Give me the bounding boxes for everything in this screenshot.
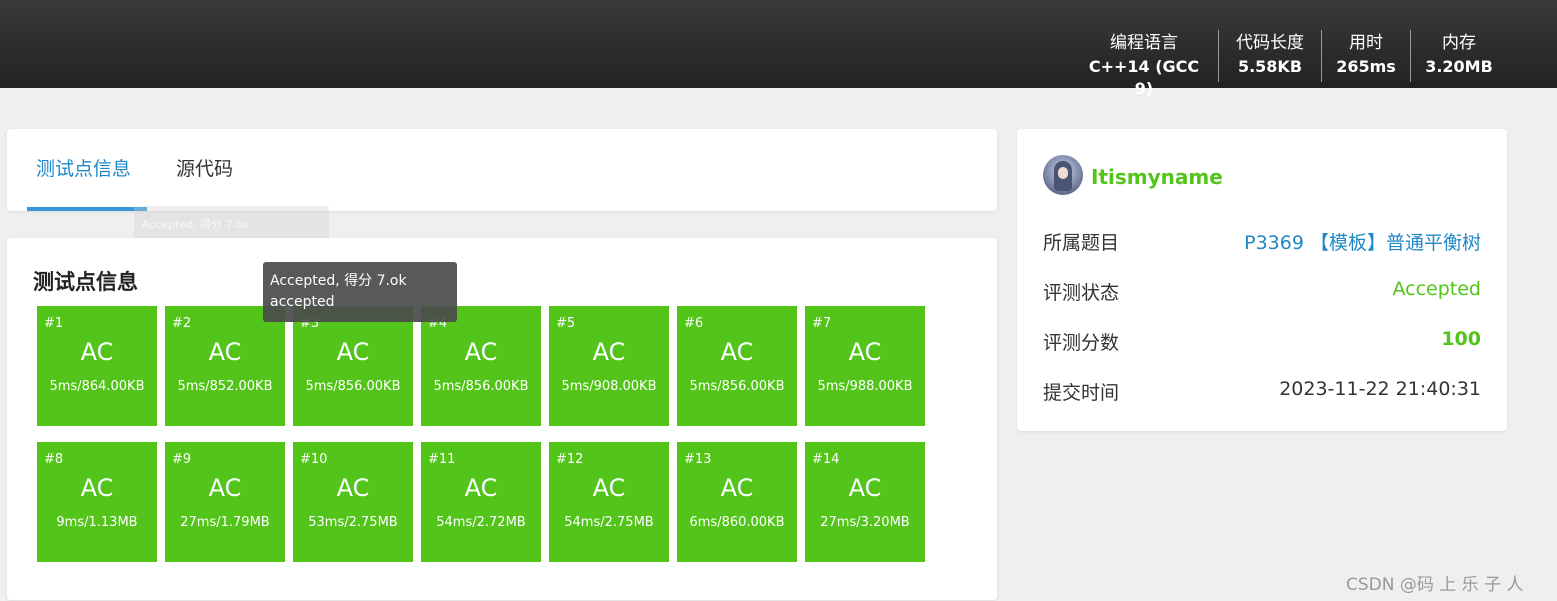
stat-time-label: 用时 bbox=[1349, 33, 1383, 53]
testcase-number: #10 bbox=[300, 452, 328, 467]
tab-testcases[interactable]: 测试点信息 bbox=[36, 157, 131, 181]
testcase-number: #11 bbox=[428, 452, 456, 467]
testcase-result: AC bbox=[848, 338, 882, 366]
stat-divider bbox=[1321, 30, 1322, 82]
testcase-info: 5ms/856.00KB bbox=[433, 379, 529, 394]
testcase-10[interactable]: #10 AC 53ms/2.75MB bbox=[293, 442, 413, 562]
stat-code-length: 代码长度 5.58KB bbox=[1226, 30, 1314, 82]
testcase-number: #7 bbox=[812, 316, 832, 331]
testcase-number: #13 bbox=[684, 452, 712, 467]
testcase-6[interactable]: #6 AC 5ms/856.00KB bbox=[677, 306, 797, 426]
status-value: Accepted bbox=[1392, 278, 1481, 300]
stat-time-value: 265ms bbox=[1336, 57, 1396, 76]
top-bar: 编程语言 C++14 (GCC 9) 代码长度 5.58KB 用时 265ms … bbox=[0, 0, 1557, 98]
testcase-result: AC bbox=[464, 338, 498, 366]
submission-info-card: Itismyname 所属题目 P3369 【模板】普通平衡树 评测状态 Acc… bbox=[1017, 129, 1507, 431]
testcase-result: AC bbox=[720, 474, 754, 502]
testcases-card: 测试点信息 #1 AC 5ms/864.00KB #2 AC 5ms/852.00KB #3… bbox=[7, 238, 997, 600]
testcase-result: AC bbox=[336, 474, 370, 502]
testcase-9[interactable]: #9 AC 27ms/1.79MB bbox=[165, 442, 285, 562]
testcase-result: AC bbox=[208, 338, 242, 366]
testcase-2[interactable]: #2 AC 5ms/852.00KB bbox=[165, 306, 285, 426]
stat-divider bbox=[1218, 30, 1219, 82]
stat-memory-value: 3.20MB bbox=[1425, 57, 1493, 76]
testcase-4[interactable]: #4 AC 5ms/856.00KB bbox=[421, 306, 541, 426]
submit-time-value: 2023-11-22 21:40:31 bbox=[1279, 378, 1481, 400]
status-label: 评测状态 bbox=[1043, 282, 1120, 304]
score-label: 评测分数 bbox=[1043, 332, 1120, 354]
testcase-number: #1 bbox=[44, 316, 64, 331]
testcase-info: 27ms/1.79MB bbox=[180, 515, 270, 530]
testcase-info: 54ms/2.75MB bbox=[564, 515, 654, 530]
testcase-info: 27ms/3.20MB bbox=[820, 515, 910, 530]
testcase-number: #2 bbox=[172, 316, 192, 331]
problem-link[interactable]: P3369 【模板】普通平衡树 bbox=[1244, 228, 1481, 255]
testcase-11[interactable]: #11 AC 54ms/2.72MB bbox=[421, 442, 541, 562]
testcase-7[interactable]: #7 AC 5ms/988.00KB bbox=[805, 306, 925, 426]
stat-code-length-label: 代码长度 bbox=[1236, 33, 1304, 53]
faded-tooltip-line1: Accepted, 得分 7.ok bbox=[142, 218, 250, 231]
testcase-tooltip: Accepted, 得分 7.ok accepted bbox=[263, 262, 457, 322]
testcase-number: #12 bbox=[556, 452, 584, 467]
stat-memory-label: 内存 bbox=[1442, 33, 1476, 53]
active-tab-indicator bbox=[27, 207, 147, 211]
problem-label: 所属题目 bbox=[1043, 232, 1120, 254]
testcase-result: AC bbox=[80, 338, 114, 366]
testcase-number: #8 bbox=[44, 452, 64, 467]
testcase-number: #9 bbox=[172, 452, 192, 467]
testcase-14[interactable]: #14 AC 27ms/3.20MB bbox=[805, 442, 925, 562]
stat-code-length-value: 5.58KB bbox=[1237, 57, 1303, 76]
stat-divider bbox=[1410, 30, 1411, 82]
testcase-info: 5ms/908.00KB bbox=[561, 379, 657, 394]
tooltip-line1: Accepted, 得分 7.ok bbox=[270, 273, 407, 289]
testcase-info: 5ms/988.00KB bbox=[817, 379, 913, 394]
testcase-result: AC bbox=[592, 474, 626, 502]
testcase-result: AC bbox=[336, 338, 370, 366]
testcases-title: 测试点信息 bbox=[33, 270, 138, 294]
testcase-info: 5ms/864.00KB bbox=[49, 379, 145, 394]
testcase-3[interactable]: #3 AC 5ms/856.00KB bbox=[293, 306, 413, 426]
testcase-info: 53ms/2.75MB bbox=[308, 515, 398, 530]
stat-time: 用时 265ms bbox=[1330, 30, 1402, 82]
stat-language-value: C++14 (GCC 9) bbox=[1088, 57, 1200, 98]
stat-memory: 内存 3.20MB bbox=[1418, 30, 1500, 82]
testcase-number: #5 bbox=[556, 316, 576, 331]
testcase-result: AC bbox=[592, 338, 626, 366]
stat-language-label: 编程语言 bbox=[1110, 33, 1178, 53]
testcase-info: 5ms/856.00KB bbox=[689, 379, 785, 394]
testcase-info: 54ms/2.72MB bbox=[436, 515, 526, 530]
tab-source-code[interactable]: 源代码 bbox=[176, 157, 233, 181]
testcase-1[interactable]: #1 AC 5ms/864.00KB bbox=[37, 306, 157, 426]
submit-time-label: 提交时间 bbox=[1043, 382, 1120, 404]
testcase-number: #14 bbox=[812, 452, 840, 467]
testcase-result: AC bbox=[464, 474, 498, 502]
testcase-info: 5ms/852.00KB bbox=[177, 379, 273, 394]
testcase-info: 5ms/856.00KB bbox=[305, 379, 401, 394]
score-value: 100 bbox=[1441, 328, 1481, 350]
tooltip-line2: accepted bbox=[270, 294, 335, 310]
testcase-result: AC bbox=[80, 474, 114, 502]
stat-language: 编程语言 C++14 (GCC 9) bbox=[1080, 30, 1208, 98]
testcase-12[interactable]: #12 AC 54ms/2.75MB bbox=[549, 442, 669, 562]
testcase-13[interactable]: #13 AC 6ms/860.00KB bbox=[677, 442, 797, 562]
testcase-result: AC bbox=[208, 474, 242, 502]
testcase-number: #6 bbox=[684, 316, 704, 331]
avatar[interactable] bbox=[1043, 155, 1083, 195]
testcase-5[interactable]: #5 AC 5ms/908.00KB bbox=[549, 306, 669, 426]
username-link[interactable]: Itismyname bbox=[1091, 165, 1223, 189]
watermark: CSDN @码 上 乐 子 人 bbox=[1346, 575, 1524, 595]
avatar-face bbox=[1058, 167, 1068, 179]
testcase-info: 6ms/860.00KB bbox=[689, 515, 785, 530]
testcase-result: AC bbox=[848, 474, 882, 502]
testcase-8[interactable]: #8 AC 9ms/1.13MB bbox=[37, 442, 157, 562]
tabs-card: 测试点信息 源代码 bbox=[7, 129, 997, 211]
testcase-info: 9ms/1.13MB bbox=[56, 515, 138, 530]
testcase-result: AC bbox=[720, 338, 754, 366]
